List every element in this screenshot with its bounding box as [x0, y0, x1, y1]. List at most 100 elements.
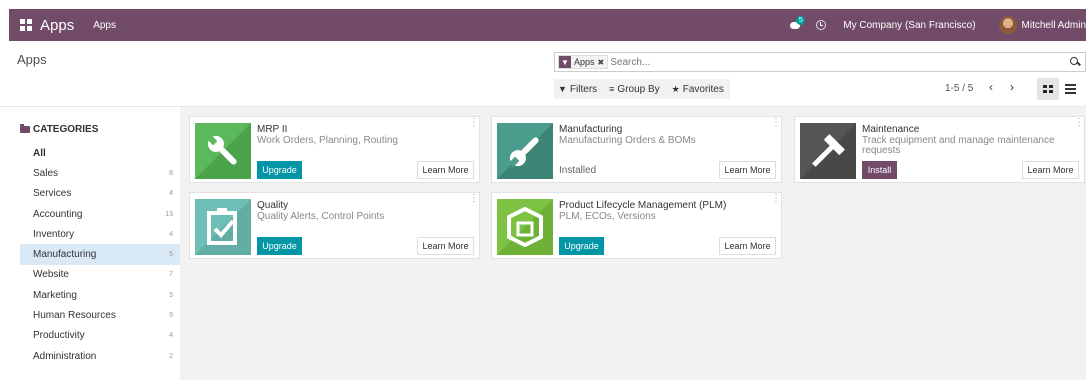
upgrade-button[interactable]: Upgrade	[257, 237, 302, 255]
category-item-marketing[interactable]: Marketing 5	[20, 285, 180, 305]
learn-more-button[interactable]: Learn More	[719, 161, 776, 179]
category-label: Accounting	[33, 208, 83, 220]
category-count: 8	[169, 169, 173, 177]
app-card-maintenance[interactable]: Maintenance Track equipment and manage m…	[794, 116, 1085, 183]
kanban-view-button[interactable]	[1037, 78, 1059, 100]
bars-icon: ≡	[609, 84, 615, 94]
install-button[interactable]: Install	[862, 161, 897, 179]
app-name: MRP II	[257, 124, 288, 135]
category-item-services[interactable]: Services 4	[20, 184, 180, 204]
app-name: Maintenance	[862, 124, 920, 135]
card-menu-icon[interactable]: ⋮	[771, 194, 781, 204]
category-label: Website	[33, 269, 69, 281]
learn-more-button[interactable]: Learn More	[417, 237, 474, 255]
messages-badge: 5	[796, 16, 806, 25]
category-label: Administration	[33, 350, 97, 362]
category-item-administration[interactable]: Administration 2	[20, 346, 180, 366]
app-name: Manufacturing	[559, 124, 623, 135]
upgrade-button[interactable]: Upgrade	[257, 161, 302, 179]
installed-status: Installed	[559, 165, 597, 176]
card-menu-icon[interactable]: ⋮	[771, 118, 781, 128]
user-avatar[interactable]	[998, 16, 1017, 34]
search-icon[interactable]	[1069, 56, 1081, 68]
pager-value[interactable]: 1-5 / 5	[945, 83, 973, 94]
card-menu-icon[interactable]: ⋮	[1074, 118, 1084, 128]
category-item-inventory[interactable]: Inventory 4	[20, 224, 180, 244]
app-summary: Quality Alerts, Control Points	[257, 211, 385, 222]
messages-icon[interactable]: 5	[790, 16, 806, 31]
filter-toolbar: ▼ Filters ≡ Group By ★ Favorites	[554, 79, 730, 99]
favorites-button[interactable]: ★ Favorites	[672, 84, 724, 95]
app-summary: Track equipment and manage maintenance r…	[862, 135, 1055, 156]
user-menu[interactable]: Mitchell Admin	[1022, 20, 1086, 31]
category-label: Inventory	[33, 228, 75, 240]
category-item-manufacturing[interactable]: Manufacturing 5	[20, 244, 180, 265]
category-label: Productivity	[33, 330, 85, 342]
navbar-systray: 5 My Company (San Francisco) Mitchell Ad…	[790, 16, 1086, 34]
funnel-icon: ▼	[558, 84, 567, 94]
category-label: Manufacturing	[33, 249, 97, 261]
category-count: 9	[169, 312, 173, 320]
list-view-button[interactable]	[1063, 80, 1081, 98]
pager-next-icon[interactable]: ›	[1010, 80, 1014, 94]
star-icon: ★	[671, 83, 680, 94]
search-input[interactable]	[610, 56, 1069, 68]
app-summary: PLM, ECOs, Versions	[559, 211, 656, 222]
card-menu-icon[interactable]: ⋮	[469, 118, 479, 128]
menu-apps[interactable]: Apps	[93, 20, 116, 31]
facet-remove-icon[interactable]: ✖	[598, 56, 608, 68]
filters-label: Filters	[569, 83, 598, 95]
category-item-human-resources[interactable]: Human Resources 9	[20, 305, 180, 325]
box-icon	[497, 199, 553, 255]
facet-label: Apps	[574, 57, 595, 67]
category-item-productivity[interactable]: Productivity 4	[20, 326, 180, 346]
learn-more-button[interactable]: Learn More	[719, 237, 776, 255]
search-facet: ▼ Apps ✖	[558, 55, 609, 69]
pager-previous-icon[interactable]: ‹	[989, 80, 993, 94]
hammer-icon	[800, 123, 856, 179]
app-brand[interactable]: Apps	[40, 17, 74, 34]
learn-more-button[interactable]: Learn More	[1022, 161, 1079, 179]
search-bar: ▼ Apps ✖	[554, 52, 1086, 72]
category-item-accounting[interactable]: Accounting 13	[20, 204, 180, 224]
card-menu-icon[interactable]: ⋮	[469, 194, 479, 204]
folder-icon	[20, 124, 30, 133]
page-title: Apps	[17, 52, 47, 67]
category-label: Services	[33, 188, 72, 200]
app-grid-icon[interactable]	[20, 19, 32, 31]
category-label: Human Resources	[33, 310, 116, 322]
activity-clock-icon[interactable]	[816, 20, 827, 30]
filters-button[interactable]: ▼ Filters	[558, 84, 597, 95]
category-item-all[interactable]: All	[20, 143, 180, 163]
group-by-button[interactable]: ≡ Group By	[609, 84, 660, 95]
app-card-manufacturing[interactable]: Manufacturing Manufacturing Orders & BOM…	[491, 116, 782, 183]
categories-header: CATEGORIES	[20, 124, 98, 135]
app-card-quality[interactable]: Quality Quality Alerts, Control Points ⋮…	[189, 192, 480, 259]
category-sidebar: CATEGORIES All Sales 8 Services 4 Accoun…	[9, 107, 180, 380]
app-card-mrp-ii[interactable]: MRP II Work Orders, Planning, Routing ⋮ …	[189, 116, 480, 183]
category-item-website[interactable]: Website 7	[20, 265, 180, 285]
wrench-icon	[195, 123, 251, 179]
category-count: 5	[169, 251, 173, 259]
category-label: Marketing	[33, 289, 77, 301]
company-switcher[interactable]: My Company (San Francisco)	[843, 20, 975, 31]
category-count: 4	[169, 332, 173, 340]
category-list: All Sales 8 Services 4 Accounting 13 Inv…	[20, 143, 180, 366]
category-count: 13	[165, 210, 173, 218]
category-count: 7	[169, 271, 173, 279]
category-count: 2	[169, 352, 173, 360]
category-label: All	[33, 147, 46, 159]
app-name: Product Lifecycle Management (PLM)	[559, 200, 727, 211]
categories-title: CATEGORIES	[33, 124, 99, 135]
group-by-label: Group By	[617, 83, 660, 95]
category-count: 4	[169, 230, 173, 238]
category-item-sales[interactable]: Sales 8	[20, 163, 180, 183]
app-name: Quality	[257, 200, 289, 211]
app-card-plm[interactable]: Product Lifecycle Management (PLM) PLM, …	[491, 192, 782, 259]
learn-more-button[interactable]: Learn More	[417, 161, 474, 179]
upgrade-button[interactable]: Upgrade	[559, 237, 604, 255]
category-count: 4	[169, 190, 173, 198]
apps-kanban: MRP II Work Orders, Planning, Routing ⋮ …	[180, 107, 1086, 380]
favorites-label: Favorites	[682, 83, 724, 95]
app-summary: Manufacturing Orders & BOMs	[559, 135, 696, 146]
